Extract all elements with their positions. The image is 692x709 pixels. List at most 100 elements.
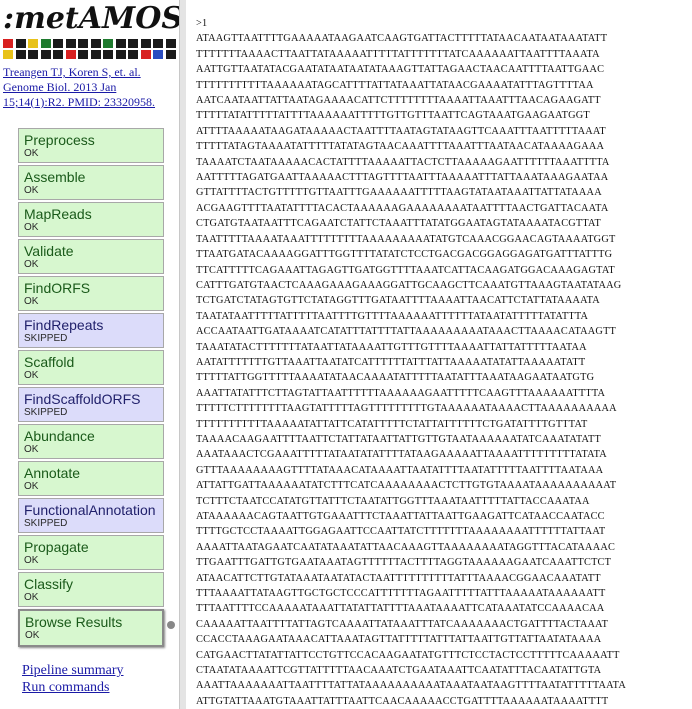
sequence-line: AATATTTTTTTGTTAAATTAATATCATTTTTTATTTATTA… <box>196 356 586 368</box>
logo-square <box>103 39 113 48</box>
logo-square <box>128 39 138 48</box>
step-annotate[interactable]: Annotate OK <box>18 461 164 496</box>
step-label: Classify <box>24 576 74 592</box>
step-label: Annotate <box>24 465 81 481</box>
logo-square <box>140 50 151 59</box>
step-status: SKIPPED <box>24 407 68 418</box>
fasta-header: >1 <box>196 18 208 29</box>
sequence-line: TTTAATTTTCCAAAAATAAATTATATTATTTTAAATAAAA… <box>196 603 605 615</box>
sequence-line: GTTTAAAAAAAAGTTTTATAAACATAAAATTAATATTTTA… <box>196 464 604 476</box>
logo-square <box>153 50 163 59</box>
sequence-line: CATGAACTTATATTATTCCTGTTCCACAAGAATATGTTTC… <box>196 649 620 661</box>
logo-square <box>165 39 176 48</box>
sequence-line: TAAAACAAGAATTTTAATTCTATTATAATTATTGTTGTAA… <box>196 433 602 445</box>
step-assemble[interactable]: Assemble OK <box>18 165 164 200</box>
logo-square <box>28 50 38 59</box>
pane-divider[interactable] <box>179 0 186 709</box>
footer-links: Pipeline summary Run commands <box>22 662 124 696</box>
step-status: OK <box>24 148 39 159</box>
sidebar: :metAMOS: Treangen TJ, Koren S, et. al. … <box>0 0 194 709</box>
step-browse-results[interactable]: Browse Results OK <box>18 609 164 647</box>
step-abundance[interactable]: Abundance OK <box>18 424 164 459</box>
sequence-line: TTCATTTTTCAGAAATTAGAGTTGATGGTTTTAAATCATT… <box>196 264 615 276</box>
sequence-line: CATTTGATGTAACTCAAAGAAAGAAAGGATTGCAAGCTTC… <box>196 279 622 291</box>
step-status: OK <box>25 630 40 641</box>
logo-square <box>153 39 163 48</box>
logo-square <box>53 50 63 59</box>
sequence-line: ATAAAAAACAGTAATTGTGAAATTTCTAAATTATTAATTG… <box>196 511 605 522</box>
sequence-line: ATAACATTCTTGTATAAATAATATACTAATTTTTTTTTTA… <box>196 572 601 584</box>
logo-square <box>90 39 101 48</box>
step-propagate[interactable]: Propagate OK <box>18 535 164 570</box>
step-classify[interactable]: Classify OK <box>18 572 164 607</box>
logo-square <box>65 39 76 48</box>
sequence-line: ATTGTATTAAATGTAAATTATTTAATTCAACAAAAACCTG… <box>196 695 609 707</box>
sequence-line: TAAAATCTAATAAAAACACTATTTTAAAAATTACTCTTAA… <box>196 156 610 168</box>
sequence-line: TAATTTTTAAAATAAATTTTTTTTTAAAAAAAAATATGTC… <box>196 233 616 245</box>
logo-square <box>78 50 88 59</box>
step-label: Assemble <box>24 169 86 185</box>
sequence-line: AAATAAACTCGAAATTTTTATAATATATTTTATAAGAAAA… <box>196 449 607 461</box>
logo-square <box>115 50 126 59</box>
sequence-line: TTTTGCTCCTAAAATTGGAGAATTCCAATTATCTTTTTTT… <box>196 526 606 538</box>
sequence-line: CCACCTAAAGAATAAACATTAAATAGTTATTTTTATTTAT… <box>196 634 602 646</box>
sequence-line: CAAAAATTAATTTTATTAGTCAAAATTATAAATTTATCAA… <box>196 618 609 630</box>
sequence-line: TTTTTTTAAAACTTAATTATAAAAATTTTTATTTTTTTAT… <box>196 48 600 60</box>
logo-square <box>3 50 13 59</box>
logo-square <box>103 50 113 59</box>
fasta-sequence: >1 ATAAGTTAATTTTGAAAAATAAGAATCAAGTGATTACT… <box>196 16 626 709</box>
step-label: Preprocess <box>24 132 95 148</box>
step-findorfs[interactable]: FindORFS OK <box>18 276 164 311</box>
step-label: FunctionalAnnotation <box>24 502 156 518</box>
step-functionalannotation[interactable]: FunctionalAnnotation SKIPPED <box>18 498 164 533</box>
step-status: SKIPPED <box>24 333 68 344</box>
step-label: MapReads <box>24 206 92 222</box>
sequence-line: AATTTTTAGATGAATTAAAAACTTTAGTTTTAATTTAAAA… <box>196 172 609 184</box>
sequence-viewer: >1 ATAAGTTAATTTTGAAAAATAAGAATCAAGTGATTACT… <box>186 0 692 709</box>
step-status: OK <box>24 481 39 492</box>
step-label: FindScaffoldORFS <box>24 391 141 407</box>
step-status: OK <box>24 370 39 381</box>
sequence-line: TTTTTATATTTTTATTTTAAAAAATTTTTGTTGTTTAATT… <box>196 110 590 122</box>
run-commands-link[interactable]: Run commands <box>22 679 124 696</box>
step-status: SKIPPED <box>24 518 68 529</box>
logo-square <box>53 39 63 48</box>
sequence-line: ACCAATAATTGATAAAATCATATTTATTTTATTAAAAAAA… <box>196 326 617 338</box>
sequence-line: TCTTTCTAATCCATATGTTATTTCTAATATTGGTTTAAAT… <box>196 495 590 507</box>
logo-square <box>15 50 26 59</box>
logo-square <box>40 50 51 59</box>
sequence-line: ACGAAGTTTTAATATTTTACACTAAAAAAGAAAAAAAATA… <box>196 202 609 214</box>
step-label: Abundance <box>24 428 95 444</box>
step-validate[interactable]: Validate OK <box>18 239 164 274</box>
step-label: FindORFS <box>24 280 91 296</box>
sequence-line: ATTATTGATTAAAAAATATCTTTCATCAAAAAAAACTCTT… <box>196 480 617 492</box>
step-label: Scaffold <box>24 354 75 370</box>
logo-square <box>140 39 151 48</box>
step-status: OK <box>24 296 39 307</box>
pipeline-summary-link[interactable]: Pipeline summary <box>22 662 124 679</box>
sequence-line: ATTTTAAAAATAAGATAAAAACTAATTTTAATAGTATAAG… <box>196 125 606 137</box>
sequence-line: ATAAGTTAATTTTGAAAAATAAGAATCAAGTGATTACTTT… <box>196 33 608 45</box>
sequence-line: CTGATGTAATAATTTCAGAATCTATTCTAAATTTATATGG… <box>196 218 602 230</box>
step-status: OK <box>24 444 39 455</box>
sequence-line: TTTAAAATTATAAGTTGCTGCTCCCATTTTTTTAGAATTT… <box>196 588 606 600</box>
logo-square <box>3 39 13 48</box>
step-preprocess[interactable]: Preprocess OK <box>18 128 164 163</box>
step-status: OK <box>24 259 39 270</box>
sequence-line: TAAATATACTTTTTTTATAATTATAAAATTGTTTGTTTTA… <box>196 341 587 353</box>
sequence-line: TTTTTCTTTTTTTTAAGTATTTTTAGTTTTTTTTTGTAAA… <box>196 403 617 415</box>
sequence-line: TTTTTTTTTTTAAAAAATAGCATTTTATTATAAATTATAA… <box>196 79 594 91</box>
pipeline-steps: Preprocess OK Assemble OK MapReads OK Validate… <box>18 128 164 649</box>
logo-square <box>65 50 76 59</box>
step-mapreads[interactable]: MapReads OK <box>18 202 164 237</box>
citation-link[interactable]: Treangen TJ, Koren S, et. al. Genome Bio… <box>3 65 173 110</box>
sequence-line: AATCAATAATTATTAATAGAAAACATTCTTTTTTTTAAAA… <box>196 95 601 107</box>
logo-square <box>90 50 101 59</box>
step-status: OK <box>24 222 39 233</box>
step-status: OK <box>24 185 39 196</box>
step-findscaffoldorfs[interactable]: FindScaffoldORFS SKIPPED <box>18 387 164 422</box>
step-label: Propagate <box>24 539 89 555</box>
step-findrepeats[interactable]: FindRepeats SKIPPED <box>18 313 164 348</box>
step-scaffold[interactable]: Scaffold OK <box>18 350 164 385</box>
sequence-line: TAATATAATTTTTATTTTTAATTTTGTTTTAAAAAATTTT… <box>196 310 589 322</box>
